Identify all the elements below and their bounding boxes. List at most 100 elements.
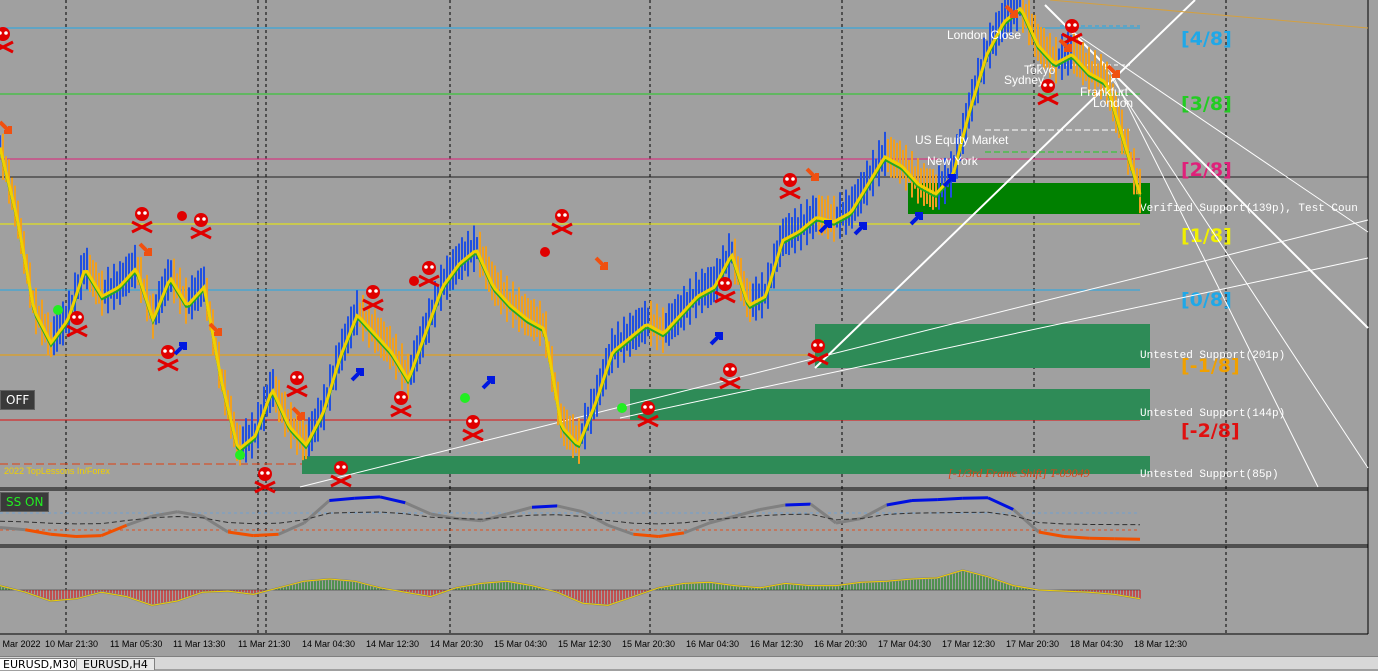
- oscillator-1-segment: [887, 501, 912, 506]
- time-axis-label: 17 Mar 04:30: [878, 639, 931, 649]
- orange-down-arrow-icon: [140, 244, 150, 254]
- time-axis-label: 11 Mar 21:30: [238, 639, 290, 649]
- oscillator-1-segment: [988, 498, 1013, 510]
- oscillator-1-segment: [1064, 537, 1089, 539]
- time-axis-label: 17 Mar 12:30: [942, 639, 995, 649]
- signal-dot: [235, 450, 245, 460]
- loss-on-button[interactable]: SS ON: [0, 492, 49, 512]
- zone-label: Untested Support(144p): [1140, 408, 1285, 420]
- session-label: US Equity Market: [915, 133, 1009, 147]
- oscillator-1-segment: [532, 506, 557, 507]
- oscillator-1-segment: [633, 534, 658, 536]
- oscillator-1-segment: [684, 523, 709, 533]
- oscillator-1-segment: [253, 534, 278, 535]
- time-axis-label: 17 Mar 20:30: [1006, 639, 1059, 649]
- symbol-tabs: EURUSD,M30 EURUSD,H4: [0, 656, 1378, 669]
- skull-icon: [720, 363, 740, 388]
- oscillator-1-segment: [937, 498, 962, 499]
- skull-icon: [158, 345, 178, 370]
- oscillator-1-segment: [861, 505, 886, 519]
- oscillator-1-segment: [583, 512, 608, 526]
- time-axis-label: 16 Mar 20:30: [814, 639, 867, 649]
- skull-icon: [552, 209, 572, 234]
- oscillator-1-segment: [405, 503, 430, 514]
- oscillator-1-segment: [228, 532, 253, 536]
- skull-icon: [0, 27, 13, 52]
- oscillator-1-segment: [329, 498, 354, 500]
- murrey-level-label: [-2/8]: [1181, 420, 1240, 442]
- trend-line: [1050, 0, 1368, 28]
- signal-dot: [177, 211, 187, 221]
- skull-icon: [191, 213, 211, 238]
- skull-icon: [132, 207, 152, 232]
- oscillator-1-segment: [380, 497, 405, 503]
- oscillator-1-segment: [785, 504, 810, 505]
- blue-up-arrow-icon: [711, 334, 721, 344]
- time-axis-label: 10 Mar 2022: [0, 639, 41, 649]
- oscillator-1-segment: [912, 500, 937, 501]
- oscillator-1-segment: [127, 516, 152, 525]
- tab-eurusd-h4[interactable]: EURUSD,H4: [76, 658, 155, 670]
- time-axis-label: 18 Mar 12:30: [1134, 639, 1187, 649]
- oscillator-1-segment: [355, 497, 380, 498]
- murrey-level-label: [4/8]: [1181, 28, 1232, 50]
- oscillator-1-segment: [456, 519, 481, 521]
- oscillator-1-segment: [279, 523, 304, 534]
- blue-up-arrow-icon: [911, 214, 921, 224]
- oscillator-1-segment: [304, 501, 329, 524]
- orange-down-arrow-icon: [0, 122, 10, 132]
- skull-icon: [287, 371, 307, 396]
- blue-up-arrow-icon: [352, 370, 362, 380]
- chart-canvas: Verified Support(139p), Test CounUnteste…: [0, 0, 1378, 656]
- time-axis-label: 14 Mar 12:30: [366, 639, 419, 649]
- signal-dot: [540, 247, 550, 257]
- time-axis-label: 18 Mar 04:30: [1070, 639, 1123, 649]
- trend-line: [1045, 5, 1368, 328]
- oscillator-1-segment: [659, 533, 684, 537]
- copyright-text: 2022 TopLessons In/Forex: [4, 466, 110, 476]
- oscillator-1-segment: [51, 534, 76, 536]
- oscillator-1-segment: [760, 505, 785, 510]
- zone-label: Untested Support(85p): [1140, 469, 1279, 481]
- oscillator-1-segment: [177, 512, 202, 517]
- blue-up-arrow-icon: [855, 224, 865, 234]
- signal-dot: [53, 305, 63, 315]
- orange-down-arrow-icon: [596, 258, 606, 268]
- murrey-level-label: [3/8]: [1181, 93, 1232, 115]
- blue-up-arrow-icon: [483, 378, 493, 388]
- signal-dot: [460, 393, 470, 403]
- session-label: Sydney: [1004, 73, 1044, 87]
- oscillator-1-segment: [608, 525, 633, 534]
- oscillator-1-segment: [76, 536, 101, 537]
- session-label: London: [1093, 96, 1133, 110]
- time-axis-label: 16 Mar 04:30: [686, 639, 739, 649]
- oscillator-1-segment: [1039, 532, 1064, 537]
- signal-dot: [617, 403, 627, 413]
- time-axis-label: 11 Mar 05:30: [110, 639, 162, 649]
- session-label: London Close: [947, 28, 1021, 42]
- signal-dot: [409, 276, 419, 286]
- time-axis-label: 16 Mar 12:30: [750, 639, 803, 649]
- time-axis-label: 15 Mar 04:30: [494, 639, 547, 649]
- frame-shift-note: [-1/3rd Frame Shift] T-09049: [948, 466, 1090, 480]
- oscillator-1-segment: [0, 528, 25, 530]
- tab-eurusd-m30[interactable]: EURUSD,M30: [0, 658, 83, 670]
- murrey-level-label: [-1/8]: [1181, 355, 1240, 377]
- blue-up-arrow-icon: [175, 344, 185, 354]
- zone-untested-support: [630, 389, 1150, 420]
- off-button[interactable]: OFF: [0, 390, 35, 410]
- time-axis-label: 14 Mar 20:30: [430, 639, 483, 649]
- time-axis-label: 10 Mar 21:30: [45, 639, 98, 649]
- oscillator-1-segment: [811, 504, 836, 523]
- time-axis-label: 15 Mar 20:30: [622, 639, 675, 649]
- time-axis-label: 14 Mar 04:30: [302, 639, 355, 649]
- skull-icon: [463, 415, 483, 440]
- moving-average-yellow: [0, 9, 1140, 449]
- time-axis-label: 11 Mar 13:30: [173, 639, 225, 649]
- time-axis-label: 15 Mar 12:30: [558, 639, 611, 649]
- oscillator-1-segment: [152, 512, 177, 517]
- skull-icon: [363, 285, 383, 310]
- session-label: New York: [927, 154, 979, 168]
- oscillator-1-segment: [557, 506, 582, 512]
- murrey-level-label: [2/8]: [1181, 159, 1232, 181]
